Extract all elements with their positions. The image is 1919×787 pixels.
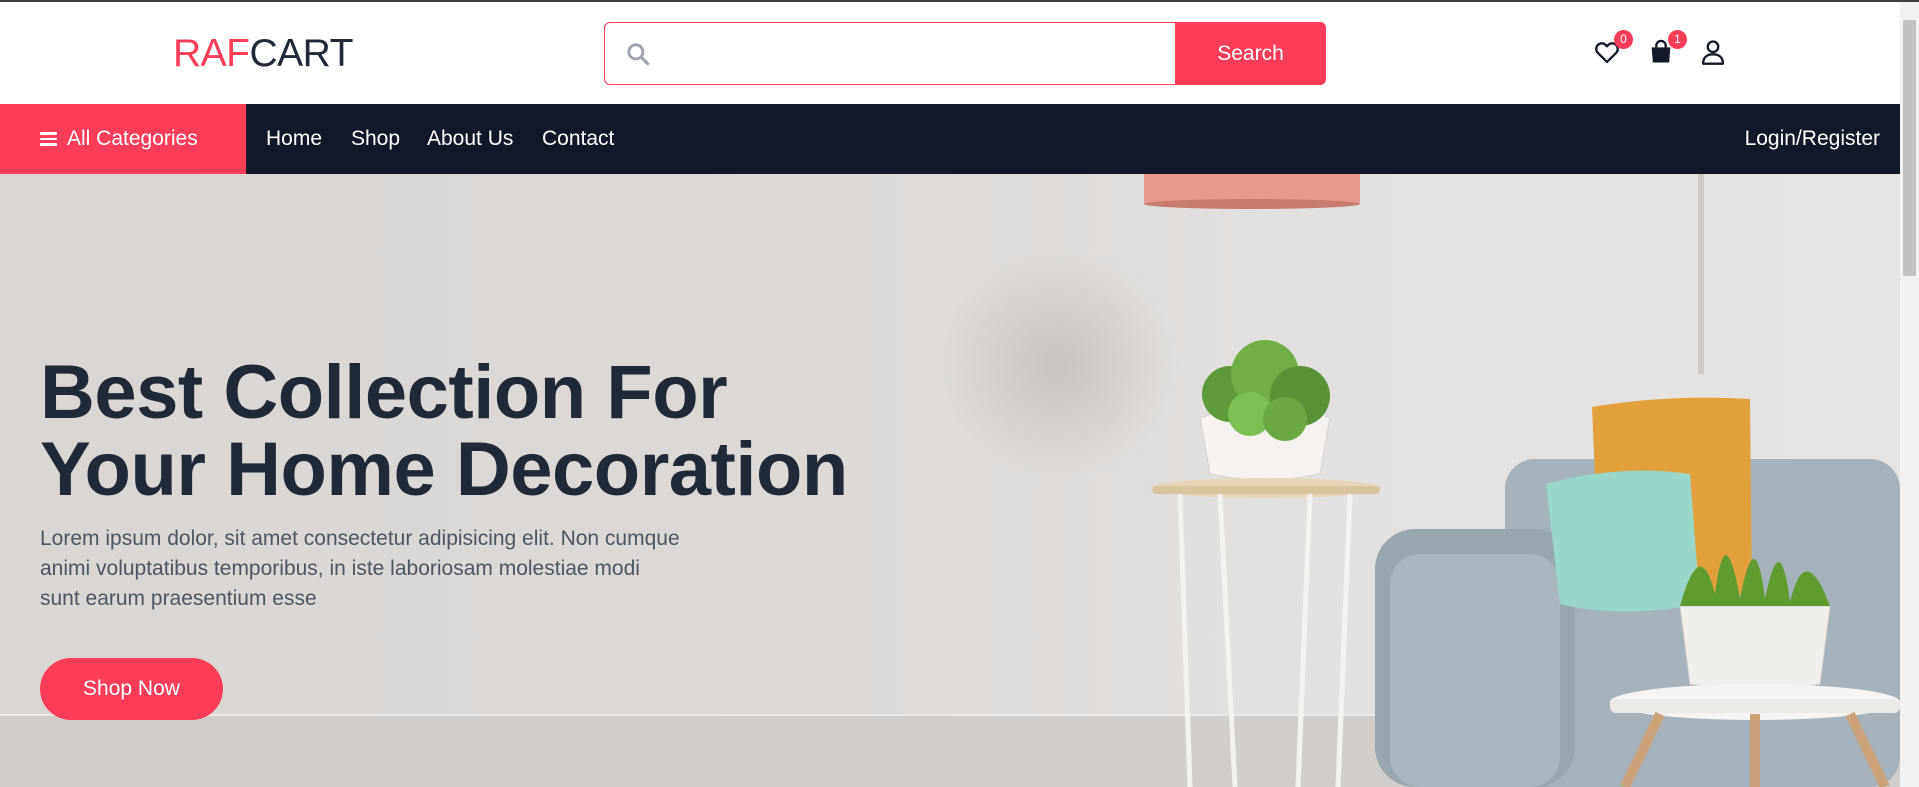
shop-now-button[interactable]: Shop Now bbox=[40, 658, 223, 720]
hero-title: Best Collection For Your Home Decoration bbox=[40, 354, 860, 508]
cart-button[interactable]: 1 bbox=[1647, 30, 1687, 68]
search-button[interactable]: Search bbox=[1175, 22, 1326, 85]
nav-link-shop[interactable]: Shop bbox=[351, 104, 400, 174]
scrollbar-thumb[interactable] bbox=[1903, 20, 1916, 276]
menu-icon bbox=[40, 132, 57, 146]
all-categories-label: All Categories bbox=[67, 127, 198, 150]
hero-title-line-1: Best Collection For bbox=[40, 350, 728, 435]
search-icon bbox=[627, 43, 650, 66]
nav-link-about-us[interactable]: About Us bbox=[427, 104, 513, 174]
hero-description: Lorem ipsum dolor, sit amet consectetur … bbox=[40, 527, 680, 610]
hero-banner: Best Collection For Your Home Decoration… bbox=[0, 174, 1900, 787]
logo[interactable]: RAFCART bbox=[173, 32, 353, 76]
page-scrollbar[interactable] bbox=[1900, 2, 1919, 787]
nav-link-contact[interactable]: Contact bbox=[542, 104, 614, 174]
search-input[interactable] bbox=[665, 29, 1165, 77]
user-icon bbox=[1701, 40, 1725, 65]
all-categories-button[interactable]: All Categories bbox=[0, 104, 246, 174]
logo-part-cart: CART bbox=[249, 32, 354, 75]
nav-link-home[interactable]: Home bbox=[266, 104, 322, 174]
hero-title-line-2: Your Home Decoration bbox=[40, 427, 848, 512]
logo-part-raf: RAF bbox=[173, 32, 250, 75]
main-navigation: All Categories Home Shop About Us Contac… bbox=[0, 104, 1900, 174]
wishlist-count-badge: 0 bbox=[1614, 30, 1633, 49]
site-header: RAFCART Search 0 1 bbox=[0, 2, 1900, 104]
cart-count-badge: 1 bbox=[1668, 30, 1687, 49]
living-room-image bbox=[1144, 174, 1900, 787]
account-button[interactable] bbox=[1699, 38, 1729, 68]
wishlist-button[interactable]: 0 bbox=[1593, 30, 1633, 68]
login-register-link[interactable]: Login/Register bbox=[1745, 104, 1880, 174]
